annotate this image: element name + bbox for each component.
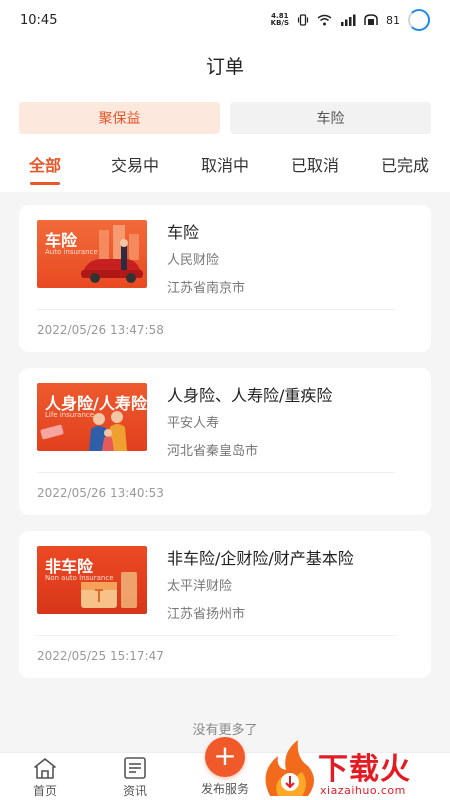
nav-home[interactable]: 首页 bbox=[10, 753, 80, 800]
non-auto-insurance-thumbnail: 非车险 Non auto Insurance bbox=[37, 546, 147, 614]
watermark-logo: 下载火 xiazaihuo.com bbox=[262, 738, 450, 800]
tab-cancelled[interactable]: 已取消 bbox=[270, 140, 360, 192]
vibrate-icon bbox=[297, 14, 309, 26]
wifi-icon bbox=[317, 14, 332, 26]
card-divider bbox=[37, 635, 395, 636]
orders-page: 10:45 4.81 KB/S 81 订单 聚保益 车险 全部 交易中 取消中 … bbox=[0, 0, 450, 800]
segment-jubaoyi[interactable]: 聚保益 bbox=[19, 102, 220, 134]
nav-home-label: 首页 bbox=[32, 784, 57, 798]
thumbnail-subtitle: Auto insurance bbox=[45, 248, 98, 256]
status-bar: 10:45 4.81 KB/S 81 bbox=[0, 0, 450, 40]
tab-completed[interactable]: 已完成 bbox=[360, 140, 450, 192]
car-insurance-thumbnail: 车险 Auto insurance bbox=[37, 220, 147, 288]
segment-car-insurance[interactable]: 车险 bbox=[230, 102, 431, 134]
order-title: 非车险/企财险/财产基本险 bbox=[167, 549, 354, 568]
hd-icon bbox=[364, 14, 378, 25]
order-company: 人民财险 bbox=[167, 253, 220, 268]
page-title: 订单 bbox=[205, 55, 244, 78]
plus-icon: + bbox=[213, 739, 237, 772]
thumbnail-subtitle: Life insurance bbox=[45, 411, 95, 419]
publish-service-button[interactable]: + bbox=[205, 737, 245, 777]
order-region: 江苏省扬州市 bbox=[167, 607, 246, 622]
watermark-url: xiazaihuo.com bbox=[320, 784, 406, 797]
order-date: 2022/05/25 15:17:47 bbox=[37, 649, 164, 663]
nav-news[interactable]: 资讯 bbox=[100, 753, 170, 800]
news-icon bbox=[124, 757, 146, 779]
order-title: 车险 bbox=[167, 223, 200, 242]
order-title: 人身险、人寿险/重疾险 bbox=[167, 386, 333, 405]
status-icons: 4.81 KB/S 81 bbox=[271, 9, 430, 31]
order-card[interactable]: 车险 Auto insurance 车险 人民财险 江苏省南京市 2022/05… bbox=[19, 205, 431, 352]
net-speed: 4.81 KB/S bbox=[271, 13, 289, 27]
watermark-text: 下载火 bbox=[318, 752, 411, 787]
signal-icon bbox=[341, 14, 356, 26]
publish-service-label: 发布服务 bbox=[200, 782, 249, 796]
order-region: 河北省秦皇岛市 bbox=[167, 444, 259, 459]
flame-logo-icon bbox=[265, 740, 314, 796]
segmented-control: 聚保益 车险 bbox=[0, 90, 450, 140]
battery-level: 81 bbox=[386, 13, 400, 27]
net-speed-unit: KB/S bbox=[270, 19, 289, 27]
thumbnail-subtitle: Non auto Insurance bbox=[45, 574, 114, 582]
life-insurance-thumbnail: 人身险/人寿险 Life insurance bbox=[37, 383, 147, 451]
order-company: 平安人寿 bbox=[167, 416, 220, 431]
order-date: 2022/05/26 13:40:53 bbox=[37, 486, 164, 500]
card-divider bbox=[37, 309, 395, 310]
order-card[interactable]: 人身险/人寿险 Life insurance 人身险、人寿险/重疾险 平安人寿 … bbox=[19, 368, 431, 515]
page-header: 订单 bbox=[0, 40, 450, 90]
no-more-text: 没有更多了 bbox=[192, 723, 258, 738]
home-icon bbox=[34, 758, 56, 779]
order-region: 江苏省南京市 bbox=[167, 281, 246, 296]
tab-all[interactable]: 全部 bbox=[0, 140, 90, 192]
status-tabs: 全部 交易中 取消中 已取消 已完成 bbox=[0, 140, 450, 192]
tab-cancelling[interactable]: 取消中 bbox=[180, 140, 270, 192]
order-card[interactable]: 非车险 Non auto Insurance 非车险/企财险/财产基本险 太平洋… bbox=[19, 531, 431, 678]
tab-trading[interactable]: 交易中 bbox=[90, 140, 180, 192]
nav-news-label: 资讯 bbox=[122, 784, 147, 798]
order-date: 2022/05/26 13:47:58 bbox=[37, 323, 164, 337]
order-company: 太平洋财险 bbox=[167, 579, 233, 594]
status-time: 10:45 bbox=[20, 12, 58, 28]
battery-icon bbox=[408, 9, 430, 31]
card-divider bbox=[37, 472, 395, 473]
